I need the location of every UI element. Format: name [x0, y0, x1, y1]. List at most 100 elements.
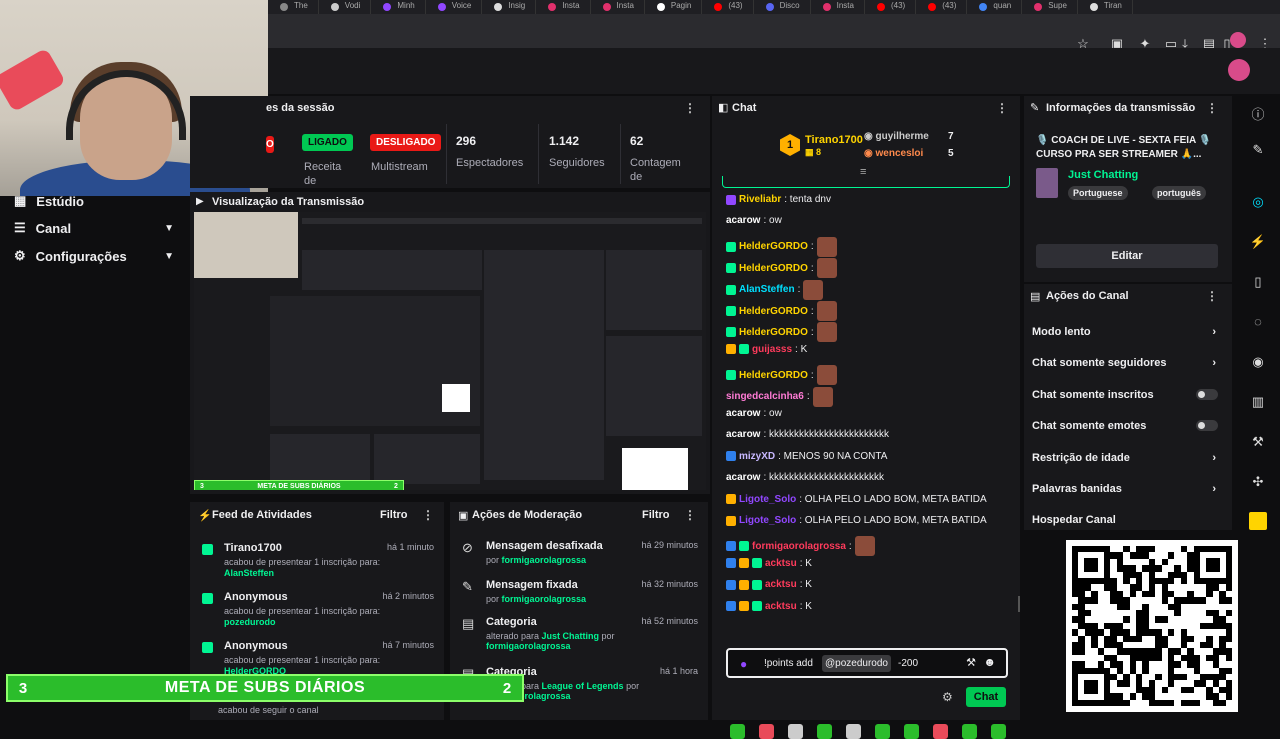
chat-message[interactable]: HelderGORDO: [726, 236, 837, 257]
quick-emote-icon[interactable] [817, 724, 832, 739]
browser-tab[interactable]: Pagin [645, 0, 703, 14]
chat-username[interactable]: HelderGORDO [739, 241, 808, 252]
chat-settings-icon[interactable]: ⚙ [942, 690, 953, 704]
server-icon[interactable]: ▥ [1249, 394, 1267, 412]
quick-emote-icon[interactable] [846, 724, 861, 739]
chat-message[interactable]: guijasss: K [726, 344, 807, 355]
chat-message[interactable]: HelderGORDO: [726, 301, 837, 321]
chat-username[interactable]: acarow [726, 472, 760, 483]
wrench-icon[interactable]: ⚒ [1249, 434, 1267, 452]
quick-emote-icon[interactable] [904, 724, 919, 739]
chat-message[interactable]: acktsu: K [726, 558, 812, 569]
mod-sub-user2[interactable]: formigaorolagrossa [486, 641, 571, 651]
chat-username[interactable]: acktsu [765, 558, 797, 569]
puzzle-icon[interactable]: ✣ [1249, 474, 1267, 492]
channel-action-item[interactable]: Chat somente seguidores › [1032, 357, 1222, 369]
more-options-icon[interactable]: ⋮ [1206, 289, 1218, 303]
chat-bubble-icon[interactable]: ◌ [1249, 314, 1267, 332]
more-options-icon[interactable]: ⋮ [1206, 101, 1218, 115]
quick-emote-icon[interactable] [759, 724, 774, 739]
lightning-icon[interactable]: ⚡ [1249, 234, 1267, 252]
user-avatar[interactable] [1228, 59, 1250, 81]
channel-action-item[interactable]: Palavras banidas › [1032, 483, 1222, 495]
chat-username[interactable]: HelderGORDO [739, 306, 808, 317]
chat-username[interactable]: singedcalcinha6 [726, 391, 804, 402]
chat-message[interactable]: mizyXD: MENOS 90 NA CONTA [726, 451, 887, 462]
quick-emote-icon[interactable] [730, 724, 745, 739]
quick-emote-icon[interactable] [875, 724, 890, 739]
browser-tab[interactable]: Insta [811, 0, 865, 14]
chat-username[interactable]: HelderGORDO [739, 370, 808, 381]
chat-username[interactable]: AlanSteffen [739, 284, 795, 295]
browser-tab[interactable]: (43) [916, 0, 968, 14]
mod-sub-user[interactable]: Just Chatting [542, 631, 600, 641]
more-options-icon[interactable]: ⋮ [422, 508, 434, 522]
chat-input[interactable]: ● !points add @pozedurodo -200 ⚒ ☻ [726, 648, 1008, 678]
browser-tab[interactable]: Disco [754, 0, 811, 14]
chat-username[interactable]: acarow [726, 429, 760, 440]
chat-message[interactable]: Riveliabr: tenta dnv [726, 194, 831, 205]
browser-tab[interactable]: Voice [426, 0, 483, 14]
channel-action-item[interactable]: Chat somente emotes [1032, 420, 1222, 432]
info-icon[interactable]: ⓘ [1249, 104, 1267, 122]
category-link[interactable]: Just Chatting [1068, 169, 1138, 181]
browser-tab[interactable]: Minh [371, 0, 426, 14]
browser-tab[interactable]: The [268, 0, 319, 14]
chat-message[interactable]: acarow: ow [726, 408, 782, 419]
chat-message[interactable]: AlanSteffen: [726, 279, 824, 300]
chat-username[interactable]: acarow [726, 215, 760, 226]
tag-portuguese[interactable]: Portuguese [1068, 186, 1128, 200]
chat-username[interactable]: mizyXD [739, 451, 775, 462]
chat-username[interactable]: guijasss [752, 344, 792, 355]
target-icon[interactable]: ◎ [1249, 194, 1267, 212]
feed-item-user[interactable]: AlanSteffen [198, 568, 438, 578]
stream-preview-video[interactable]: 3 META DE SUBS DIÁRIOS 2 [194, 212, 706, 490]
browser-tab[interactable]: (43) [865, 0, 917, 14]
document-icon[interactable]: ▯ [1249, 274, 1267, 292]
browser-tab[interactable]: Insta [536, 0, 591, 14]
chat-message[interactable]: formigaorolagrossa: [726, 536, 875, 557]
chat-username[interactable]: Ligote_Solo [739, 515, 796, 526]
quick-emote-icon[interactable] [933, 724, 948, 739]
browser-tab[interactable]: (43) [702, 0, 754, 14]
chat-username[interactable]: HelderGORDO [739, 327, 808, 338]
quick-emote-icon[interactable] [962, 724, 977, 739]
feed-item[interactable]: Tirano1700 há 1 minuto acabou de presentea… [198, 542, 438, 578]
emoji-icon[interactable]: ☻ [983, 655, 996, 669]
chat-username[interactable]: Ligote_Solo [739, 494, 796, 505]
browser-tab[interactable]: Tiran [1078, 0, 1133, 14]
channel-action-item[interactable]: Chat somente inscritos [1032, 388, 1222, 401]
chat-message[interactable]: acarow: ow [726, 215, 782, 226]
more-options-icon[interactable]: ⋮ [996, 101, 1008, 115]
channel-action-item[interactable]: Hospedar Canal [1032, 514, 1222, 526]
browser-tab[interactable]: Vodi [319, 0, 372, 14]
chat-message[interactable]: acktsu: K [726, 601, 812, 612]
chat-username[interactable]: acktsu [765, 579, 797, 590]
browser-tab[interactable]: Supe [1022, 0, 1078, 14]
microphone-icon[interactable]: ● [740, 657, 747, 671]
browser-tab[interactable]: Insta [591, 0, 645, 14]
broadcast-icon[interactable]: ◉ [1249, 354, 1267, 372]
mod-action-item[interactable]: ▤ Categoria há 52 minutos alterado para Jus… [458, 616, 702, 651]
chat-username[interactable]: HelderGORDO [739, 263, 808, 274]
feed-item[interactable]: Anonymous há 2 minutos acabou de presentea… [198, 591, 438, 627]
mod-sub-user[interactable]: formigaorolagrossa [502, 555, 587, 565]
channel-action-item[interactable]: Modo lento › [1032, 326, 1222, 338]
quick-emote-icon[interactable] [788, 724, 803, 739]
chat-message[interactable]: singedcalcinha6: [726, 386, 833, 407]
channel-action-item[interactable]: Restrição de idade › [1032, 452, 1222, 464]
more-options-icon[interactable]: ⋮ [684, 101, 696, 115]
tag-portugues[interactable]: português [1152, 186, 1206, 200]
browser-tab[interactable]: Insig [482, 0, 537, 14]
nav-studio[interactable]: ▦ Estúdio [14, 193, 174, 209]
chat-username[interactable]: formigaorolagrossa [752, 541, 846, 552]
chat-message[interactable]: Ligote_Solo: OLHA PELO LADO BOM, META BA… [726, 515, 987, 526]
chat-username[interactable]: Riveliabr [739, 194, 781, 205]
more-options-icon[interactable]: ⋮ [684, 508, 696, 522]
toggle-switch[interactable] [1196, 420, 1218, 432]
edit-info-button[interactable]: Editar [1036, 244, 1218, 268]
chat-username[interactable]: acarow [726, 408, 760, 419]
chat-scrollbar[interactable] [1018, 596, 1020, 612]
mod-sub-user[interactable]: League of Legends [542, 681, 624, 691]
chat-message[interactable]: HelderGORDO: [726, 365, 837, 386]
